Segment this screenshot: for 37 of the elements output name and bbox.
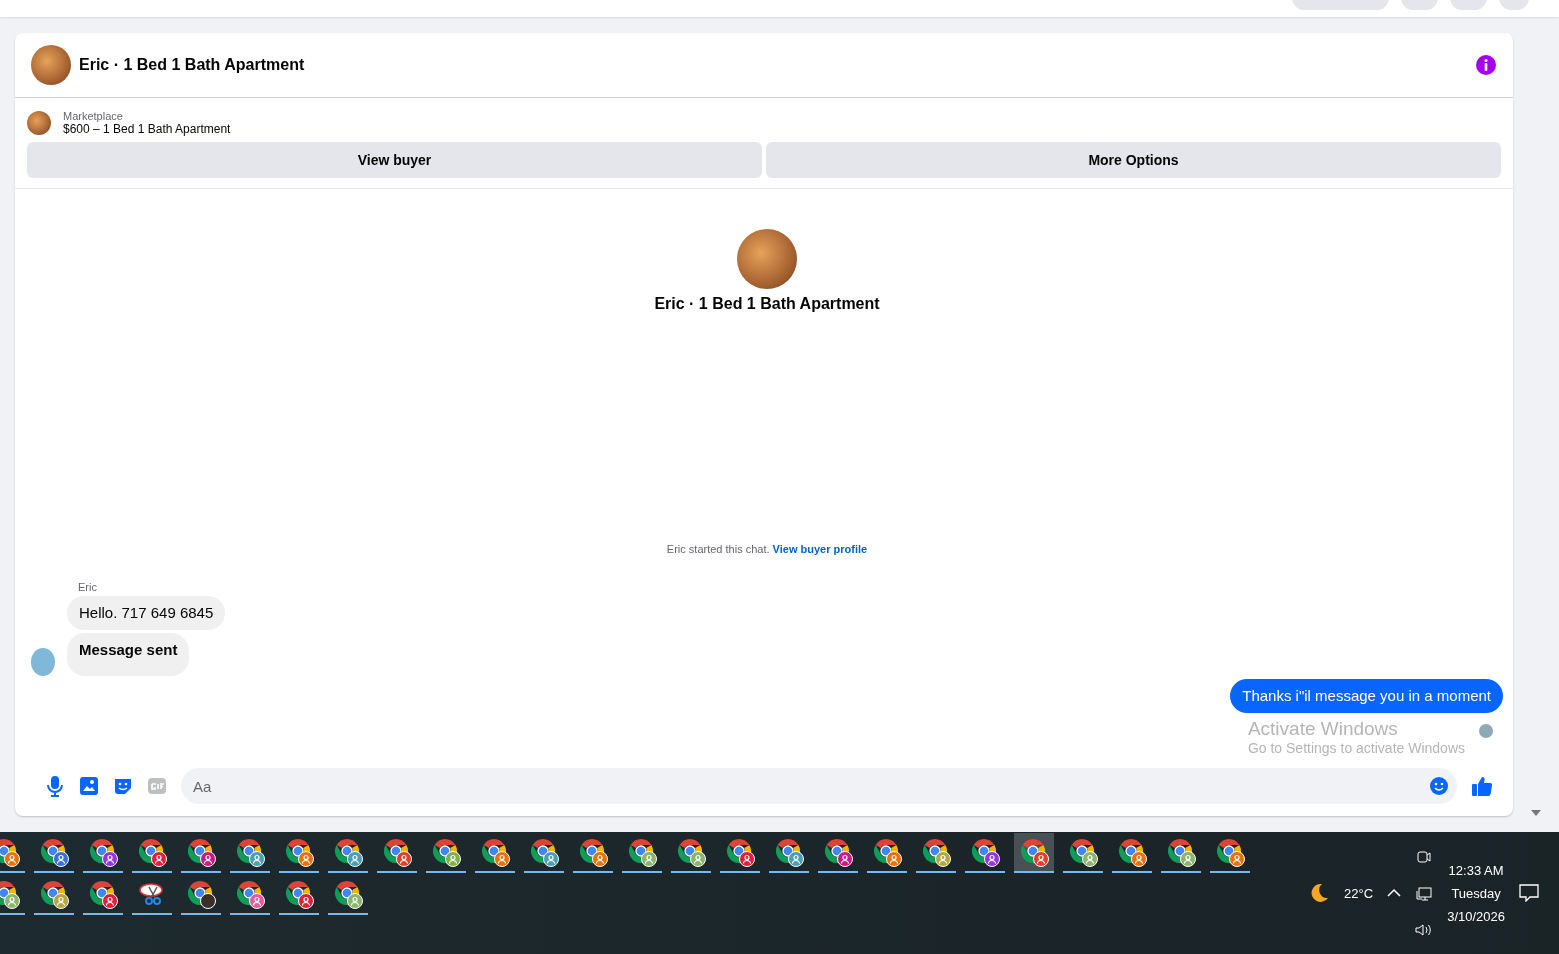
emoji-icon[interactable] <box>1429 776 1449 796</box>
avatar <box>31 648 55 676</box>
sent-message: Thanks i"il message you in a moment <box>1230 679 1503 713</box>
profile-link[interactable]: View buyer profile <box>772 543 868 555</box>
info-icon[interactable] <box>1475 54 1497 76</box>
received-message: Hello. 717 649 6845 <box>67 596 226 630</box>
chevron-up-icon[interactable] <box>1387 888 1402 898</box>
action-button[interactable]: View buyer <box>27 142 762 178</box>
read-receipt-avatar <box>1479 724 1493 738</box>
action-button[interactable]: More Options <box>766 142 1501 178</box>
message-field[interactable]: Aa <box>181 768 1457 804</box>
clock-date[interactable]: 3/10/2026 <box>1447 908 1505 924</box>
scroll-down-icon[interactable] <box>1530 810 1541 816</box>
system-message: Eric started this chat. View buyer profile <box>665 543 869 555</box>
listing-photo <box>31 45 71 85</box>
activation-notice-text: Go to Settings to activate Windows <box>1247 740 1465 756</box>
listing-source: Marketplace <box>63 110 124 122</box>
sender-name: Eric <box>78 581 98 593</box>
sticker-icon[interactable] <box>113 776 133 796</box>
notification-icon[interactable] <box>1519 884 1539 902</box>
activation-notice-title: Activate Windows <box>1247 718 1399 740</box>
taskbar-app-button[interactable] <box>1014 833 1054 873</box>
microphone-icon[interactable] <box>45 775 65 797</box>
listing-photo <box>737 229 797 289</box>
volume-icon[interactable] <box>1415 923 1434 937</box>
intro-title: Eric · 1 Bed 1 Bath Apartment <box>654 295 880 313</box>
conversation-title: Eric · 1 Bed 1 Bath Apartment <box>79 56 306 74</box>
received-message: Message sent <box>67 633 190 676</box>
weather-temperature[interactable]: 22°C <box>1344 885 1374 901</box>
listing-photo <box>27 111 51 135</box>
clock-day[interactable]: Tuesday <box>1451 885 1501 901</box>
listing-summary: $600 – 1 Bed 1 Bath Apartment <box>63 122 231 136</box>
camera-icon[interactable] <box>1417 849 1432 865</box>
clock-time[interactable]: 12:33 AM <box>1448 862 1504 878</box>
photo-icon[interactable] <box>79 776 99 796</box>
thumbs-up-icon[interactable] <box>1471 775 1493 797</box>
network-icon[interactable] <box>1416 887 1433 901</box>
